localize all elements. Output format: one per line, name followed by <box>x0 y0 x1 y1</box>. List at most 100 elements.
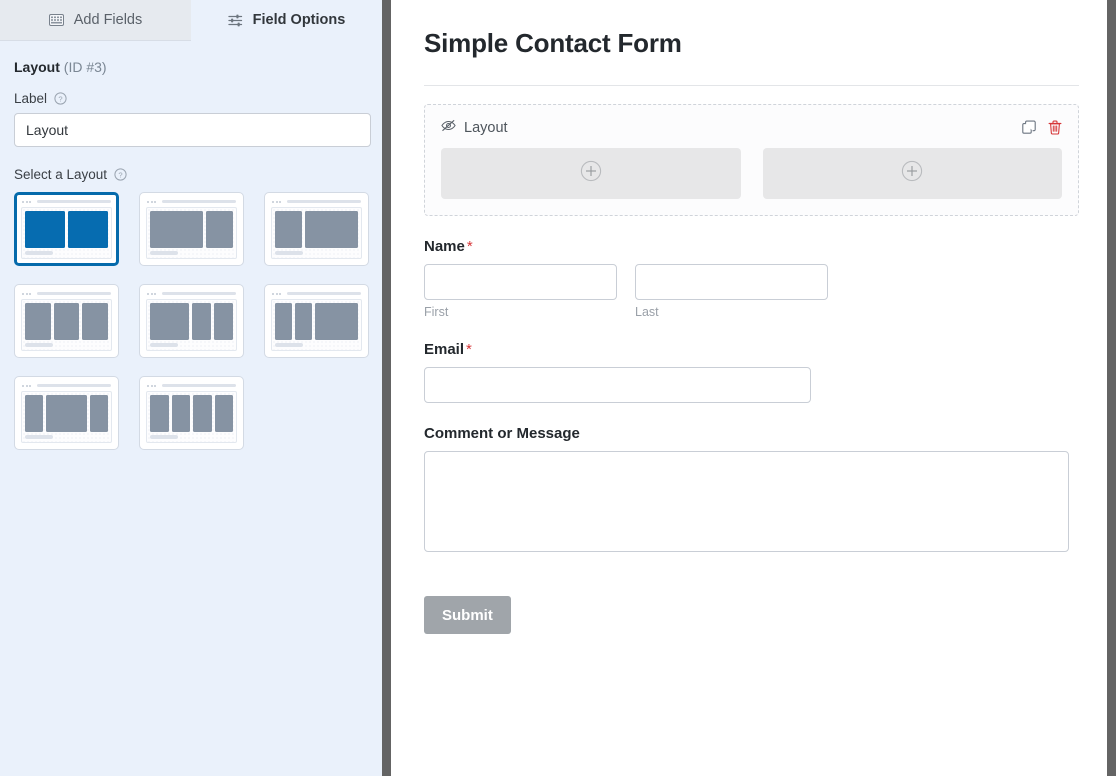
window-dots-icon <box>22 292 32 295</box>
thumbnail-columns <box>275 211 358 248</box>
field-options-body: Layout (ID #3) Label ? Select a Layout <box>0 41 382 450</box>
layout-columns <box>441 148 1062 199</box>
title-divider <box>424 85 1079 86</box>
last-name-input[interactable] <box>635 264 828 300</box>
first-name-input[interactable] <box>424 264 617 300</box>
thumbnail-footer-line <box>25 435 53 439</box>
layout-field-block[interactable]: Layout <box>424 104 1079 216</box>
layout-drop-zone-2[interactable] <box>762 148 1062 199</box>
first-name-sublabel: First <box>424 305 449 319</box>
thumbnail-columns <box>25 211 108 248</box>
trash-icon[interactable] <box>1048 120 1062 135</box>
layout-thumbnail <box>18 380 115 446</box>
field-comment: Comment or Message <box>424 425 1079 552</box>
tab-add-fields-label: Add Fields <box>73 12 143 28</box>
form-preview-panel: Simple Contact Form Layout Name * First … <box>391 0 1116 776</box>
layout-field-label: Layout <box>464 119 508 136</box>
thumbnail-titlebar-line <box>287 200 361 203</box>
thumbnail-titlebar <box>18 288 115 299</box>
thumbnail-body <box>21 391 112 443</box>
field-comment-label: Comment or Message <box>424 425 1079 442</box>
form-icon <box>48 14 64 26</box>
field-email-label: Email * <box>424 341 1079 358</box>
thumbnail-body <box>21 207 112 259</box>
submit-button[interactable]: Submit <box>424 596 511 634</box>
window-dots-icon <box>147 292 157 295</box>
field-name-label: Name * <box>424 238 1079 255</box>
thumbnail-body <box>146 391 237 443</box>
thumbnail-titlebar <box>268 196 365 207</box>
thumbnail-columns <box>150 303 233 340</box>
required-mark: * <box>466 341 472 358</box>
layout-thumbnail <box>143 380 240 446</box>
layout-options-grid <box>14 192 369 450</box>
layout-thumbnail <box>18 196 115 262</box>
thumbnail-titlebar <box>143 288 240 299</box>
thumbnail-titlebar <box>268 288 365 299</box>
thumbnail-body <box>21 299 112 351</box>
thumbnail-footer-line <box>25 343 53 347</box>
email-input[interactable] <box>424 367 811 403</box>
layout-option-two-column-wide-narrow[interactable] <box>139 192 244 266</box>
last-name-group: Last <box>635 264 828 319</box>
thumbnail-titlebar-line <box>287 292 361 295</box>
layout-option-two-column-equal[interactable] <box>14 192 119 266</box>
thumbnail-titlebar <box>18 196 115 207</box>
layout-option-three-column-narrow-narrow-wide[interactable] <box>264 284 369 358</box>
thumbnail-titlebar-line <box>37 200 111 203</box>
layout-drop-zone-1[interactable] <box>441 148 741 199</box>
layout-option-three-column-narrow-wide-narrow[interactable] <box>14 376 119 450</box>
tab-add-fields[interactable]: Add Fields <box>0 0 191 41</box>
thumbnail-footer-line <box>275 343 303 347</box>
sliders-icon <box>228 14 243 27</box>
layout-thumbnail <box>143 288 240 354</box>
thumbnail-columns <box>150 395 233 432</box>
duplicate-icon[interactable] <box>1022 120 1037 135</box>
sidebar-panel: Add Fields Field Options Layout (ID #3) … <box>0 0 391 776</box>
help-circle-icon[interactable]: ? <box>114 168 127 181</box>
layout-option-three-column-equal[interactable] <box>14 284 119 358</box>
thumbnail-footer-line <box>150 251 178 255</box>
label-caption: Label <box>14 91 48 106</box>
layout-thumbnail <box>268 288 365 354</box>
thumbnail-body <box>146 207 237 259</box>
name-inputs-row: First Last <box>424 264 1079 319</box>
layout-field-header: Layout <box>441 119 1062 136</box>
layout-thumbnail <box>18 288 115 354</box>
thumbnail-columns <box>275 303 358 340</box>
svg-text:?: ? <box>58 94 62 103</box>
select-layout-row: Select a Layout ? <box>14 167 362 182</box>
eye-slash-icon <box>441 119 456 136</box>
thumbnail-titlebar <box>18 380 115 391</box>
field-header: Layout (ID #3) <box>14 59 362 75</box>
window-dots-icon <box>147 384 157 387</box>
field-email-label-text: Email <box>424 341 465 358</box>
thumbnail-body <box>271 207 362 259</box>
help-circle-icon[interactable]: ? <box>54 92 67 105</box>
field-email: Email * <box>424 341 1079 403</box>
layout-option-three-column-wide-narrow-narrow[interactable] <box>139 284 244 358</box>
thumbnail-body <box>146 299 237 351</box>
layout-option-two-column-narrow-wide[interactable] <box>264 192 369 266</box>
layout-thumbnail <box>268 196 365 262</box>
thumbnail-body <box>271 299 362 351</box>
layout-option-four-column-equal[interactable] <box>139 376 244 450</box>
thumbnail-footer-line <box>275 251 303 255</box>
last-name-sublabel: Last <box>635 305 659 319</box>
thumbnail-footer-line <box>150 435 178 439</box>
thumbnail-titlebar-line <box>162 200 236 203</box>
comment-textarea[interactable] <box>424 451 1069 552</box>
field-id: (ID #3) <box>63 59 107 75</box>
thumbnail-footer-line <box>150 343 178 347</box>
window-dots-icon <box>147 200 157 203</box>
thumbnail-columns <box>150 211 233 248</box>
label-input[interactable] <box>14 113 371 147</box>
form-builder: Add Fields Field Options Layout (ID #3) … <box>0 0 1116 776</box>
label-row: Label ? <box>14 91 362 106</box>
window-dots-icon <box>272 200 282 203</box>
tab-field-options-label: Field Options <box>252 12 346 28</box>
tab-field-options[interactable]: Field Options <box>191 0 382 41</box>
window-dots-icon <box>22 200 32 203</box>
page-title: Simple Contact Form <box>424 28 682 58</box>
layout-field-actions <box>1022 120 1062 135</box>
